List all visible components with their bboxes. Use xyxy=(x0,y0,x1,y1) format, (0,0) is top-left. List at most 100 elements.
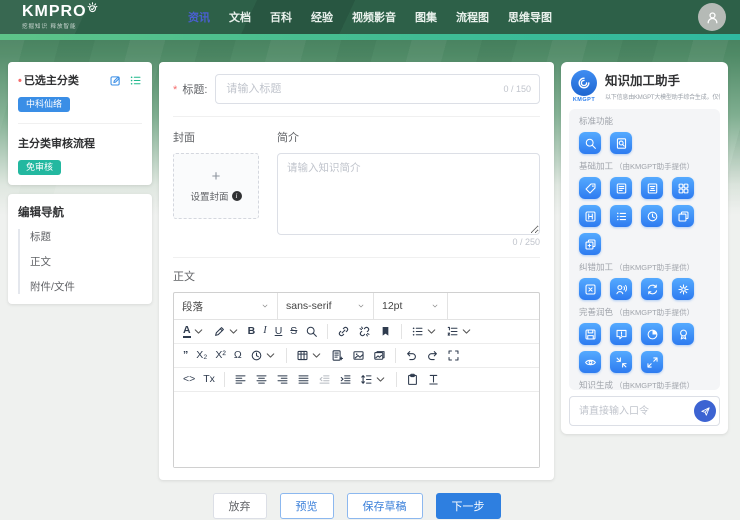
nav-item-4[interactable]: 视频影音 xyxy=(352,9,396,25)
stack-alt-icon[interactable] xyxy=(579,233,601,255)
disk-icon[interactable] xyxy=(579,323,601,345)
chat-alert-icon[interactable] xyxy=(610,323,632,345)
align-left-icon[interactable] xyxy=(230,371,251,388)
footer-button-2[interactable]: 保存草稿 xyxy=(347,493,423,519)
category-tree-button[interactable] xyxy=(129,74,142,87)
nav-item-3[interactable]: 经验 xyxy=(311,9,333,25)
insert-table-icon[interactable] xyxy=(292,347,327,364)
underline-icon[interactable]: U xyxy=(271,324,287,339)
h-box-icon[interactable] xyxy=(579,205,601,227)
doc-lines-icon[interactable] xyxy=(610,177,632,199)
paragraph-select[interactable]: 段落 xyxy=(174,293,278,319)
footer-button-0[interactable]: 放弃 xyxy=(213,493,267,519)
align-justify-icon[interactable] xyxy=(293,371,314,388)
edit-category-button[interactable] xyxy=(109,74,122,87)
avatar[interactable] xyxy=(698,3,726,31)
subscript-icon[interactable]: X₂ xyxy=(192,348,211,363)
nav-item-5[interactable]: 图集 xyxy=(415,9,437,25)
selected-category-tag[interactable]: 中科仙络 xyxy=(18,97,70,112)
intro-textarea[interactable] xyxy=(277,153,540,235)
align-right-icon[interactable] xyxy=(272,371,293,388)
x-box-icon[interactable] xyxy=(579,278,601,300)
fullscreen-icon[interactable] xyxy=(443,347,464,364)
file-search-icon[interactable] xyxy=(610,132,632,154)
plus-icon: + xyxy=(212,169,221,184)
eye-icon[interactable] xyxy=(579,351,601,373)
anchor-icon[interactable] xyxy=(375,323,396,340)
shrink-icon[interactable] xyxy=(610,351,632,373)
cover-label: 封面 xyxy=(173,129,259,145)
footer-button-3[interactable]: 下一步 xyxy=(436,493,501,519)
nav-item-0[interactable]: 资讯 xyxy=(188,9,210,25)
cover-intro-row: 封面 + 设置封面i 简介 0 / 250 xyxy=(173,117,540,258)
strikethrough-icon[interactable]: S xyxy=(286,324,301,339)
clock-icon[interactable] xyxy=(641,205,663,227)
special-character-icon[interactable]: Ω xyxy=(230,348,246,363)
font-color-icon[interactable]: A xyxy=(179,323,209,341)
insert-template-icon[interactable] xyxy=(327,347,348,364)
highlight-color-icon[interactable] xyxy=(209,323,244,340)
redo-icon[interactable] xyxy=(422,347,443,364)
line-height-icon[interactable] xyxy=(356,371,391,388)
title-input[interactable] xyxy=(215,74,540,104)
logo[interactable]: KMPRO 挖掘知识 释放智能 xyxy=(22,3,99,30)
insert-image-icon[interactable] xyxy=(348,347,369,364)
undo-icon[interactable] xyxy=(401,347,422,364)
source-code-icon[interactable]: <> xyxy=(179,372,199,387)
outdent-icon[interactable] xyxy=(314,371,335,388)
blockquote-icon[interactable]: ” xyxy=(179,348,192,363)
bullet-list-icon[interactable] xyxy=(407,323,442,340)
pie-icon[interactable] xyxy=(641,323,663,345)
clear-format-icon[interactable]: Tx xyxy=(199,372,219,387)
toolbar-divider xyxy=(224,372,225,387)
nav-item-2[interactable]: 百科 xyxy=(270,9,292,25)
bold-icon[interactable]: B xyxy=(244,324,260,339)
body-section: 正文 段落sans-serif12pt A BIUS ”X₂X²Ω <>Tx xyxy=(173,258,540,468)
nav-item-7[interactable]: 思维导图 xyxy=(508,9,552,25)
left-sidebar: •已选主分类 中科仙络 主分类审核流程 免审核 编辑导航 标题正文附件/文件 xyxy=(8,62,152,304)
sync-icon[interactable] xyxy=(641,278,663,300)
font-size-select[interactable]: 12pt xyxy=(374,293,448,319)
search-icon[interactable] xyxy=(579,132,601,154)
edit-nav-item-1[interactable]: 正文 xyxy=(30,254,142,269)
person-voice-icon[interactable] xyxy=(610,278,632,300)
edit-nav-item-2[interactable]: 附件/文件 xyxy=(30,279,142,294)
header-accent-strip xyxy=(0,34,740,40)
rich-text-editor: 段落sans-serif12pt A BIUS ”X₂X²Ω <>Tx xyxy=(173,292,540,468)
grid-icon[interactable] xyxy=(672,177,694,199)
insert-media-icon[interactable] xyxy=(369,347,390,364)
edit-nav-item-0[interactable]: 标题 xyxy=(30,229,142,244)
expand-icon[interactable] xyxy=(641,351,663,373)
assistant-tools-panel: 标准功能基础加工（由KMGPT助手提供）纠错加工（由KMGPT助手提供）完善润色… xyxy=(569,109,720,390)
list-blue-icon[interactable] xyxy=(610,205,632,227)
align-center-icon[interactable] xyxy=(251,371,272,388)
search-icon[interactable] xyxy=(301,323,322,340)
insert-link-icon[interactable] xyxy=(333,323,354,340)
editor-content-area[interactable] xyxy=(174,392,539,467)
remove-link-icon[interactable] xyxy=(354,323,375,340)
footer-button-1[interactable]: 预览 xyxy=(280,493,334,519)
stack-icon[interactable] xyxy=(672,205,694,227)
body-label: 正文 xyxy=(173,268,540,284)
numbered-list-icon[interactable] xyxy=(442,323,477,340)
doc-center-icon[interactable] xyxy=(641,177,663,199)
italic-icon[interactable]: I xyxy=(259,324,271,339)
nav-item-1[interactable]: 文档 xyxy=(229,9,251,25)
medal-icon[interactable] xyxy=(672,323,694,345)
info-icon: i xyxy=(232,191,242,201)
assistant-groups: 标准功能基础加工（由KMGPT助手提供）纠错加工（由KMGPT助手提供）完善润色… xyxy=(579,115,710,390)
paste-icon[interactable] xyxy=(402,371,423,388)
tag-icon[interactable] xyxy=(579,177,601,199)
group-label: 知识生成（由KMGPT助手提供） xyxy=(579,379,710,390)
toolbar-row: ”X₂X²Ω xyxy=(174,344,539,368)
indent-icon[interactable] xyxy=(335,371,356,388)
font-family-select[interactable]: sans-serif xyxy=(278,293,374,319)
nav-item-6[interactable]: 流程图 xyxy=(456,9,489,25)
toolbar-divider xyxy=(396,372,397,387)
gear-icon[interactable] xyxy=(672,278,694,300)
send-button[interactable] xyxy=(694,400,716,422)
superscript-icon[interactable]: X² xyxy=(211,348,230,363)
set-cover-button[interactable]: + 设置封面i xyxy=(173,153,259,219)
text-bottom-icon[interactable] xyxy=(423,371,444,388)
insert-datetime-icon[interactable] xyxy=(246,347,281,364)
